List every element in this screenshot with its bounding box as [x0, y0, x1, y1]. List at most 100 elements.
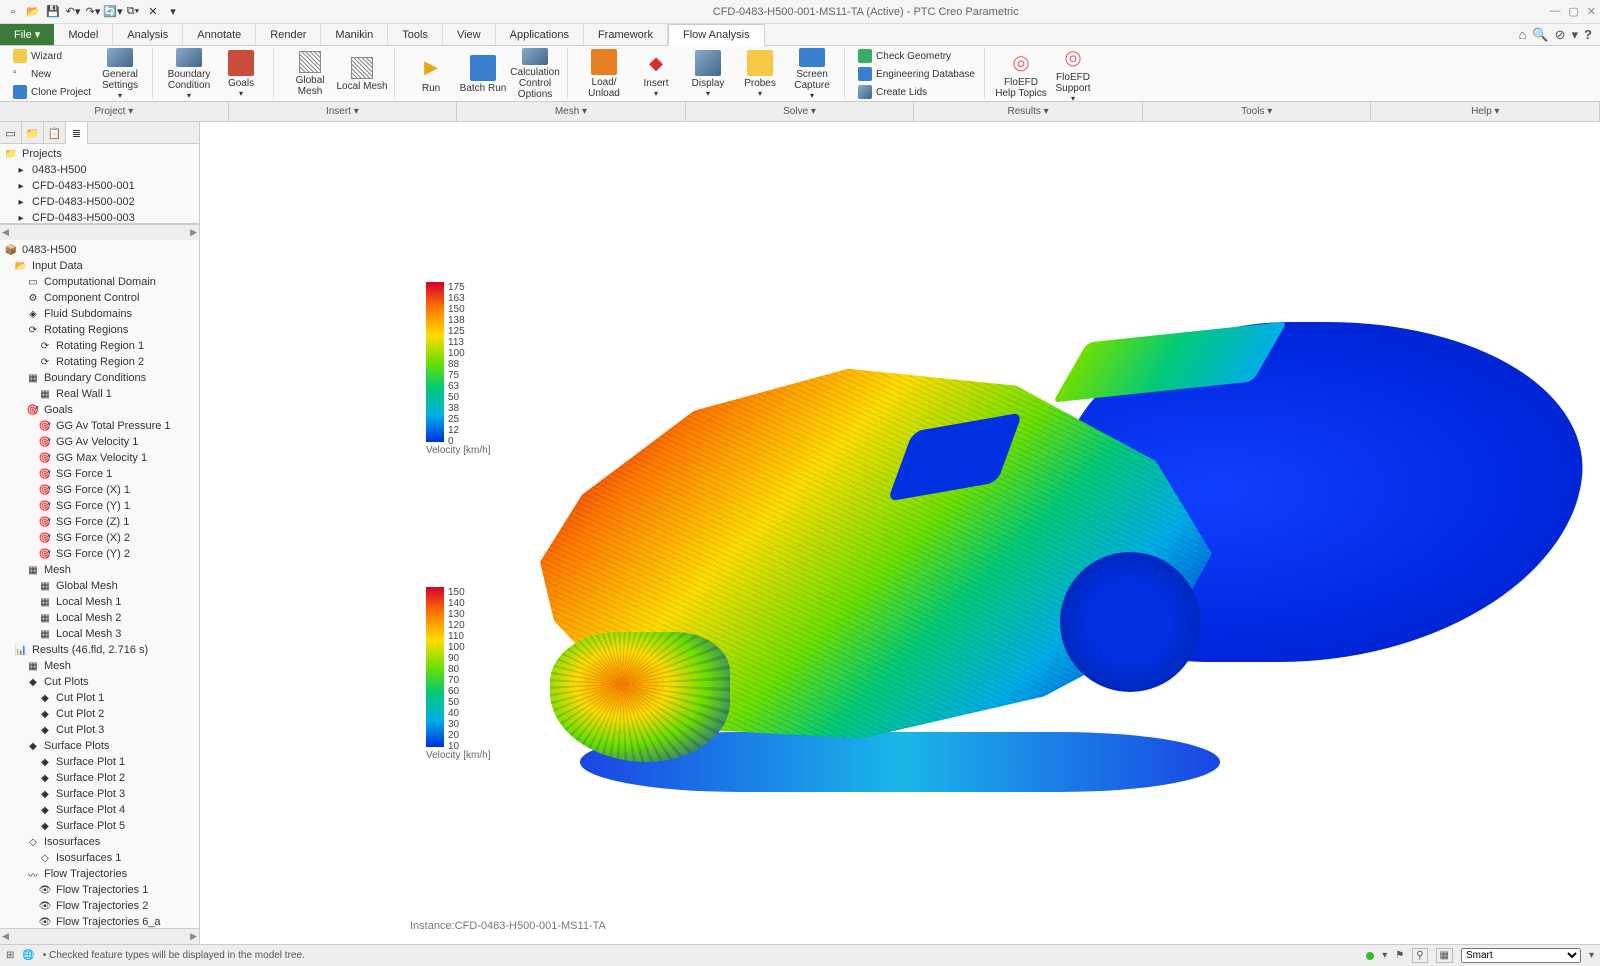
tree-cut-plots[interactable]: ◆Cut Plots: [2, 674, 197, 690]
minimize-icon[interactable]: —: [1549, 5, 1560, 18]
batch-run-button[interactable]: Batch Run: [457, 48, 509, 100]
engineering-db-button[interactable]: Engineering Database: [855, 66, 978, 82]
tree-flow-traj-item[interactable]: 👁Flow Trajectories 6_a: [2, 914, 197, 928]
project-item[interactable]: ▸CFD-0483-H500-002: [2, 194, 197, 210]
tab-flow-analysis[interactable]: Flow Analysis: [668, 24, 765, 46]
tree-rotating-region[interactable]: ⟳Rotating Region 2: [2, 354, 197, 370]
tree-local-mesh[interactable]: ▦Local Mesh 2: [2, 610, 197, 626]
redo-icon[interactable]: ↷▾: [84, 3, 102, 21]
goals-button[interactable]: Goals▾: [215, 48, 267, 100]
status-icon-1[interactable]: ⊞: [6, 950, 14, 961]
status-dropdown-1[interactable]: ▾: [1382, 950, 1387, 961]
ribbon-panel-mesh[interactable]: Mesh ▾: [457, 102, 686, 121]
tree-surface-plot[interactable]: ◆Surface Plot 5: [2, 818, 197, 834]
tab-render[interactable]: Render: [256, 24, 321, 45]
filter-menu-icon[interactable]: ▾: [1589, 950, 1594, 961]
clone-project-button[interactable]: Clone Project: [10, 84, 94, 100]
close-icon[interactable]: ✕: [1587, 5, 1596, 18]
selection-filter-dropdown[interactable]: Smart: [1461, 948, 1581, 963]
local-mesh-button[interactable]: Local Mesh: [336, 48, 388, 100]
find-icon[interactable]: ⚲: [1412, 948, 1427, 963]
tree-surface-plot[interactable]: ◆Surface Plot 2: [2, 770, 197, 786]
tree-goal-item[interactable]: 🎯GG Av Total Pressure 1: [2, 418, 197, 434]
display-button[interactable]: Display▾: [682, 48, 734, 100]
tab-manikin[interactable]: Manikin: [321, 24, 388, 45]
tree-flow-trajectories[interactable]: 〰Flow Trajectories: [2, 866, 197, 882]
tree-mesh[interactable]: ▦Mesh: [2, 562, 197, 578]
projects-scrollbar[interactable]: ◀▶: [0, 224, 199, 240]
open-icon[interactable]: 📂: [24, 3, 42, 21]
tree-goal-item[interactable]: 🎯SG Force (Z) 1: [2, 514, 197, 530]
help-icon[interactable]: ?: [1584, 27, 1592, 42]
help-topics-button[interactable]: ◎FloEFD Help Topics: [995, 48, 1047, 100]
ribbon-panel-tools[interactable]: Tools ▾: [1143, 102, 1372, 121]
tree-real-wall[interactable]: ▦Real Wall 1: [2, 386, 197, 402]
run-button[interactable]: ▶Run: [405, 48, 457, 100]
sidebar-tab-1[interactable]: ▭: [0, 122, 22, 144]
tree-goal-item[interactable]: 🎯SG Force (X) 2: [2, 530, 197, 546]
project-item[interactable]: ▸CFD-0483-H500-003: [2, 210, 197, 224]
project-item[interactable]: ▸0483-H500: [2, 162, 197, 178]
tab-model[interactable]: Model: [54, 24, 113, 45]
tree-comp-control[interactable]: ⚙Component Control: [2, 290, 197, 306]
tab-analysis[interactable]: Analysis: [113, 24, 183, 45]
support-button[interactable]: ◎FloEFD Support▾: [1047, 48, 1099, 100]
tree-scrollbar[interactable]: ◀▶: [0, 928, 199, 944]
tree-root[interactable]: 📦0483-H500: [2, 242, 197, 258]
ribbon-panel-results[interactable]: Results ▾: [914, 102, 1143, 121]
tree-goal-item[interactable]: 🎯SG Force (Y) 2: [2, 546, 197, 562]
tree-goal-item[interactable]: 🎯SG Force (Y) 1: [2, 498, 197, 514]
sidebar-tab-3[interactable]: 📋: [44, 122, 66, 144]
probes-button[interactable]: Probes▾: [734, 48, 786, 100]
learn-icon[interactable]: ⊘: [1555, 27, 1566, 43]
tree-isosurfaces[interactable]: ◇Isosurfaces: [2, 834, 197, 850]
close-win-icon[interactable]: ✕: [144, 3, 162, 21]
ribbon-panel-project[interactable]: Project ▾: [0, 102, 229, 121]
load-unload-button[interactable]: Load/ Unload: [578, 48, 630, 100]
ribbon-panel-solve[interactable]: Solve ▾: [686, 102, 915, 121]
global-mesh-button[interactable]: Global Mesh: [284, 48, 336, 100]
tree-results-mesh[interactable]: ▦Mesh: [2, 658, 197, 674]
maximize-icon[interactable]: ▢: [1568, 5, 1578, 18]
calc-options-button[interactable]: Calculation Control Options: [509, 48, 561, 100]
tree-cut-plot[interactable]: ◆Cut Plot 1: [2, 690, 197, 706]
tree-local-mesh[interactable]: ▦Local Mesh 1: [2, 594, 197, 610]
screen-capture-button[interactable]: Screen Capture▾: [786, 48, 838, 100]
tree-input-data[interactable]: 📂Input Data: [2, 258, 197, 274]
tab-view[interactable]: View: [443, 24, 496, 45]
tree-rotating-regions[interactable]: ⟳Rotating Regions: [2, 322, 197, 338]
tree-global-mesh[interactable]: ▦Global Mesh: [2, 578, 197, 594]
tree-fluid-subdomains[interactable]: ◈Fluid Subdomains: [2, 306, 197, 322]
options-dropdown-icon[interactable]: ▾: [1572, 27, 1579, 43]
command-search-icon[interactable]: ⌂: [1519, 27, 1527, 42]
search-icon[interactable]: 🔍: [1532, 27, 1548, 43]
new-doc-icon[interactable]: ▫: [4, 3, 22, 21]
status-icon-2[interactable]: 🌐: [22, 950, 34, 961]
general-settings-button[interactable]: General Settings▾: [94, 48, 146, 100]
tree-results[interactable]: 📊Results (46.fld, 2.716 s): [2, 642, 197, 658]
tree-surface-plot[interactable]: ◆Surface Plot 3: [2, 786, 197, 802]
tab-tools[interactable]: Tools: [388, 24, 443, 45]
regen-icon[interactable]: 🔄▾: [104, 3, 122, 21]
undo-icon[interactable]: ↶▾: [64, 3, 82, 21]
tree-surface-plots[interactable]: ◆Surface Plots: [2, 738, 197, 754]
sidebar-tab-4[interactable]: ≣: [66, 122, 88, 144]
tree-flow-traj-item[interactable]: 👁Flow Trajectories 2: [2, 898, 197, 914]
tree-surface-plot[interactable]: ◆Surface Plot 4: [2, 802, 197, 818]
tree-boundary-conditions[interactable]: ▦Boundary Conditions: [2, 370, 197, 386]
tree-goal-item[interactable]: 🎯SG Force (X) 1: [2, 482, 197, 498]
ribbon-panel-help[interactable]: Help ▾: [1371, 102, 1600, 121]
tree-comp-domain[interactable]: ▭Computational Domain: [2, 274, 197, 290]
tree-surface-plot[interactable]: ◆Surface Plot 1: [2, 754, 197, 770]
tab-annotate[interactable]: Annotate: [183, 24, 256, 45]
flag-icon[interactable]: ⚑: [1395, 950, 1404, 961]
insert-results-button[interactable]: ◆Insert▾: [630, 48, 682, 100]
tab-applications[interactable]: Applications: [496, 24, 584, 45]
tree-isosurface-item[interactable]: ◇Isosurfaces 1: [2, 850, 197, 866]
tree-local-mesh[interactable]: ▦Local Mesh 3: [2, 626, 197, 642]
qat-dropdown-icon[interactable]: ▾: [164, 3, 182, 21]
ribbon-panel-insert[interactable]: Insert ▾: [229, 102, 458, 121]
tree-goals[interactable]: 🎯Goals: [2, 402, 197, 418]
boundary-condition-button[interactable]: Boundary Condition▾: [163, 48, 215, 100]
project-item[interactable]: ▸CFD-0483-H500-001: [2, 178, 197, 194]
